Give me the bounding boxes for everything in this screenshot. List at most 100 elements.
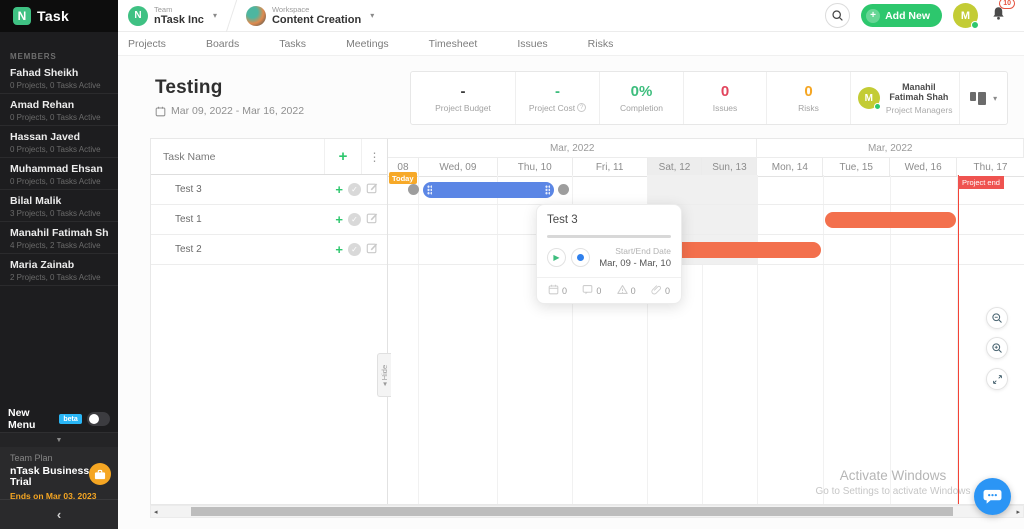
add-subtask-button[interactable]: + bbox=[335, 213, 343, 226]
member-list: Fahad Sheikh0 Projects, 0 Tasks ActiveAm… bbox=[0, 62, 118, 291]
project-title: Testing bbox=[155, 77, 223, 99]
add-new-button[interactable]: + Add New bbox=[861, 4, 942, 27]
zoom-in-button[interactable] bbox=[986, 337, 1008, 359]
member-item[interactable]: Hassan Javed0 Projects, 0 Tasks Active bbox=[0, 126, 118, 158]
complete-task-button[interactable]: ✓ bbox=[348, 183, 361, 196]
workspace-selector[interactable]: Workspace Content Creation ▾ bbox=[236, 0, 384, 31]
gantt-timeline: Mar, 2022Mar, 2022 08Wed, 09Thu, 10Fri, … bbox=[388, 139, 1024, 504]
task-row[interactable]: Test 1+ ✓ bbox=[151, 205, 387, 235]
member-item[interactable]: Bilal Malik3 Projects, 0 Tasks Active bbox=[0, 190, 118, 222]
edit-task-button[interactable] bbox=[366, 241, 378, 259]
tab-meetings[interactable]: Meetings bbox=[346, 38, 389, 50]
manager-role: Project Managers bbox=[886, 105, 953, 115]
chat-support-button[interactable] bbox=[974, 478, 1011, 515]
sidebar-collapse-button[interactable]: ‹ bbox=[0, 499, 118, 529]
user-avatar[interactable]: M bbox=[953, 3, 978, 28]
member-item[interactable]: Fahad Sheikh0 Projects, 0 Tasks Active bbox=[0, 62, 118, 94]
scroll-right-arrow[interactable]: ▸ bbox=[1016, 506, 1020, 517]
scrollbar-thumb[interactable] bbox=[191, 507, 953, 516]
member-item[interactable]: Maria Zainab2 Projects, 0 Tasks Active bbox=[0, 254, 118, 286]
task-name-column-header: Task Name bbox=[151, 139, 324, 174]
gantt-bar-test-1[interactable] bbox=[825, 212, 956, 228]
project-stats-card: -Project Budget-Project Cost?0%Completio… bbox=[410, 71, 1008, 125]
scroll-left-arrow[interactable]: ◂ bbox=[154, 506, 158, 517]
member-item[interactable]: Muhammad Ehsan0 Projects, 0 Tasks Active bbox=[0, 158, 118, 190]
task-name: Test 1 bbox=[175, 214, 335, 225]
workspace-label: Workspace bbox=[272, 6, 361, 14]
gantt-bar-test-3[interactable] bbox=[423, 182, 554, 198]
tab-issues[interactable]: Issues bbox=[517, 38, 547, 50]
timeline-day-header: Wed, 16 bbox=[890, 158, 957, 176]
help-icon[interactable]: ? bbox=[577, 103, 586, 112]
workspace-name: Content Creation bbox=[272, 14, 361, 26]
member-name: Bilal Malik bbox=[10, 195, 108, 207]
hide-panel-tab[interactable]: ◂ Hide bbox=[377, 353, 391, 397]
fullscreen-button[interactable] bbox=[986, 368, 1008, 390]
tab-timesheet[interactable]: Timesheet bbox=[429, 38, 478, 50]
task-row[interactable]: Test 2+✓ bbox=[151, 235, 387, 265]
start-task-button[interactable]: ▶ bbox=[547, 248, 566, 267]
team-name: nTask Inc bbox=[154, 14, 204, 26]
stats-cells: -Project Budget-Project Cost?0%Completio… bbox=[411, 72, 851, 124]
plan-name: nTask Business Trial bbox=[10, 466, 96, 488]
add-subtask-button[interactable]: + bbox=[335, 243, 343, 256]
zoom-out-button[interactable] bbox=[986, 307, 1008, 329]
stat-risks: 0Risks bbox=[767, 72, 851, 124]
member-item[interactable]: Manahil Fatimah Shah4 Projects, 2 Tasks … bbox=[0, 222, 118, 254]
timeline-month-header: Mar, 2022 bbox=[388, 139, 757, 157]
kebab-menu-icon[interactable]: ⋮ bbox=[361, 139, 387, 174]
drag-grip-icon[interactable] bbox=[427, 185, 432, 195]
sidebar-collapse-chevron[interactable]: ▼ bbox=[0, 432, 118, 448]
member-name: Manahil Fatimah Shah bbox=[10, 227, 108, 239]
gantt-chart: Task Name + ⋮ Test 3+✓Test 1+✓Test 2+✓ M… bbox=[150, 138, 1024, 505]
tooltip-task-title: Test 3 bbox=[547, 214, 671, 226]
view-layout-button[interactable]: ▾ bbox=[960, 72, 1007, 124]
bar-start-handle[interactable] bbox=[408, 184, 419, 195]
drag-grip-icon[interactable] bbox=[545, 185, 550, 195]
member-name: Muhammad Ehsan bbox=[10, 163, 108, 175]
team-selector[interactable]: N Team nTask Inc ▾ bbox=[118, 0, 227, 31]
add-subtask-button[interactable]: + bbox=[335, 183, 343, 196]
project-manager-cell[interactable]: M Manahil Fatimah Shah Project Managers bbox=[851, 72, 960, 124]
tab-projects[interactable]: Projects bbox=[128, 38, 166, 50]
activate-line2: Go to Settings to activate Windows bbox=[813, 486, 973, 497]
project-date-range: Mar 09, 2022 - Mar 16, 2022 bbox=[155, 105, 304, 117]
tab-risks[interactable]: Risks bbox=[588, 38, 614, 50]
complete-task-button[interactable]: ✓ bbox=[348, 243, 361, 256]
stat-label: Project Cost? bbox=[529, 103, 586, 113]
edit-task-button[interactable] bbox=[366, 211, 378, 229]
app-logo[interactable]: N Task bbox=[0, 0, 118, 32]
member-detail: 2 Projects, 0 Tasks Active bbox=[10, 273, 108, 282]
member-name: Hassan Javed bbox=[10, 131, 108, 143]
edit-task-button[interactable] bbox=[366, 181, 378, 199]
warning-counter: 0 bbox=[617, 284, 636, 297]
bar-end-handle[interactable] bbox=[558, 184, 569, 195]
task-tooltip: Test 3 ▶ Start/End Date Mar, 09 - Mar, 1… bbox=[536, 204, 682, 304]
tab-tasks[interactable]: Tasks bbox=[279, 38, 306, 50]
counter-value: 0 bbox=[631, 286, 636, 296]
add-task-button[interactable]: + bbox=[324, 139, 361, 174]
today-badge: Today bbox=[389, 172, 417, 184]
timeline-month-header: Mar, 2022 bbox=[757, 139, 1024, 157]
search-button[interactable] bbox=[825, 3, 850, 28]
chevron-down-icon: ▾ bbox=[213, 11, 217, 20]
task-row[interactable]: Test 3+ ✓ bbox=[151, 175, 387, 205]
calendar-icon bbox=[155, 106, 166, 117]
status-dot-button[interactable] bbox=[571, 248, 590, 267]
stat-value: 0 bbox=[721, 84, 729, 99]
team-logo-icon: N bbox=[128, 6, 148, 26]
stat-value: 0% bbox=[631, 84, 653, 99]
logo-text: Task bbox=[37, 8, 69, 24]
row-divider bbox=[388, 204, 1024, 205]
new-menu-toggle[interactable] bbox=[87, 412, 110, 426]
complete-task-button[interactable]: ✓ bbox=[348, 213, 361, 226]
task-panel-header: Task Name + ⋮ bbox=[151, 139, 387, 175]
workspace-avatar bbox=[246, 6, 266, 26]
member-item[interactable]: Amad Rehan0 Projects, 0 Tasks Active bbox=[0, 94, 118, 126]
horizontal-scrollbar[interactable]: ◂ ▸ bbox=[150, 505, 1024, 518]
notifications-button[interactable]: 10 bbox=[991, 5, 1006, 26]
search-icon bbox=[831, 9, 844, 22]
briefcase-icon[interactable] bbox=[89, 463, 111, 485]
tab-boards[interactable]: Boards bbox=[206, 38, 239, 50]
task-name: Test 3 bbox=[175, 184, 335, 195]
